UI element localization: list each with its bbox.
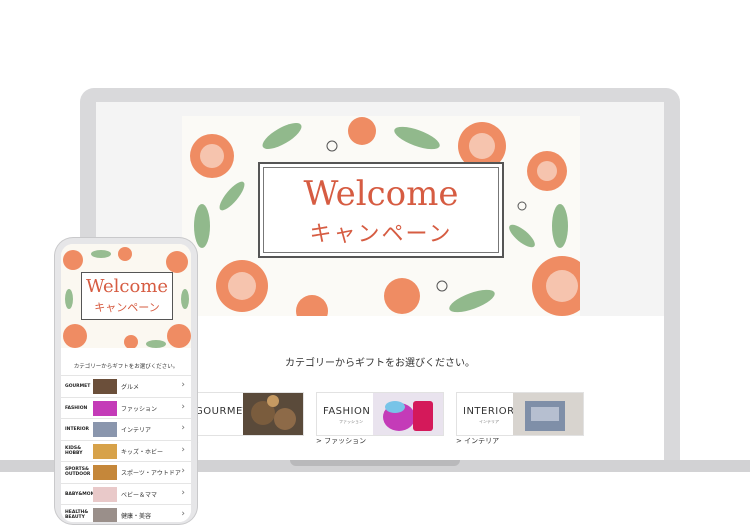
phone-category-thumbnail	[93, 379, 117, 394]
category-link-interior[interactable]: > インテリア	[456, 436, 499, 446]
phone-campaign-banner[interactable]: Welcome キャンペーン	[61, 244, 191, 348]
phone-category-name: インテリア	[121, 427, 152, 434]
category-card-gourmet[interactable]: GOURMET	[192, 392, 304, 436]
category-card-fashion[interactable]: FASHION ファッション	[316, 392, 444, 436]
phone-category-thumbnail	[93, 508, 117, 522]
phone-category-label: KIDS& HOBBY	[65, 445, 83, 456]
chevron-right-icon: ›	[181, 423, 185, 433]
laptop-notch	[290, 460, 460, 466]
phone-screen: Welcome キャンペーン カテゴリーからギフトをお選びください。 GOURM…	[61, 244, 191, 522]
chevron-right-icon: ›	[181, 444, 185, 455]
phone-category-thumbnail	[93, 422, 117, 437]
phone-category-row[interactable]: HEALTH& BEAUTY 健康・美容 ›	[61, 504, 191, 522]
banner-title-en: Welcome	[303, 174, 459, 214]
gourmet-photo	[243, 393, 303, 435]
category-subtitle: ファッション	[339, 419, 363, 424]
phone-banner-title-jp: キャンペーン	[94, 301, 160, 314]
flower-5	[384, 278, 420, 314]
phone-category-prompt: カテゴリーからギフトをお選びください。	[73, 364, 179, 370]
category-title: FASHION	[323, 406, 371, 417]
phone-category-name: グルメ	[121, 384, 140, 391]
phone-banner-frame: Welcome キャンペーン	[81, 272, 173, 320]
banner-frame: Welcome キャンペーン	[258, 162, 504, 258]
flower-8	[348, 117, 376, 145]
category-title: INTERIOR	[463, 406, 515, 417]
phone-category-row[interactable]: SPORTS& OUTDOOR スポーツ・アウトドア ›	[61, 461, 191, 483]
chevron-right-icon: ›	[181, 509, 185, 519]
phone-category-row[interactable]: INTERIOR インテリア ›	[61, 418, 191, 440]
phone-category-label: FASHION	[65, 405, 88, 411]
phone-category-name: キッズ・ホビー	[121, 448, 164, 456]
chevron-right-icon: ›	[181, 487, 185, 498]
phone-category-label: BABY&MOM	[65, 491, 96, 497]
phone-category-thumbnail	[93, 465, 117, 480]
flower-7	[296, 295, 328, 316]
category-title: GOURMET	[195, 406, 250, 417]
banner-title-jp: キャンペーン	[309, 222, 453, 247]
phone-category-name: 健康・美容	[121, 513, 152, 520]
fashion-photo	[373, 393, 443, 435]
phone-category-label: SPORTS& OUTDOOR	[65, 467, 91, 477]
phone-category-thumbnail	[93, 400, 117, 416]
phone-category-label: GOURMET	[65, 384, 91, 389]
chevron-right-icon: ›	[181, 380, 185, 390]
category-link-fashion[interactable]: > ファッション	[316, 436, 366, 446]
phone-category-thumbnail	[93, 486, 117, 502]
chevron-right-icon: ›	[181, 466, 185, 476]
phone-category-name: ファッション	[121, 405, 158, 413]
phone-category-row[interactable]: FASHION ファッション ›	[61, 396, 191, 419]
phone-category-label: HEALTH& BEAUTY	[65, 510, 89, 520]
phone-category-label: INTERIOR	[65, 427, 90, 432]
phone-category-thumbnail	[93, 443, 117, 459]
phone-category-row[interactable]: GOURMET グルメ ›	[61, 375, 191, 397]
phone-category-row[interactable]: KIDS& HOBBY キッズ・ホビー ›	[61, 439, 191, 462]
category-subtitle: インテリア	[479, 419, 499, 424]
campaign-banner[interactable]: Welcome キャンペーン	[182, 116, 580, 316]
interior-photo	[513, 393, 583, 435]
phone-category-row[interactable]: BABY&MOM ベビー＆ママ ›	[61, 482, 191, 505]
phone-category-name: ベビー＆ママ	[121, 491, 158, 499]
phone-category-name: スポーツ・アウトドア	[121, 470, 181, 477]
category-card-interior[interactable]: INTERIOR インテリア	[456, 392, 584, 436]
chevron-right-icon: ›	[181, 401, 185, 412]
phone-banner-title-en: Welcome	[85, 276, 169, 297]
